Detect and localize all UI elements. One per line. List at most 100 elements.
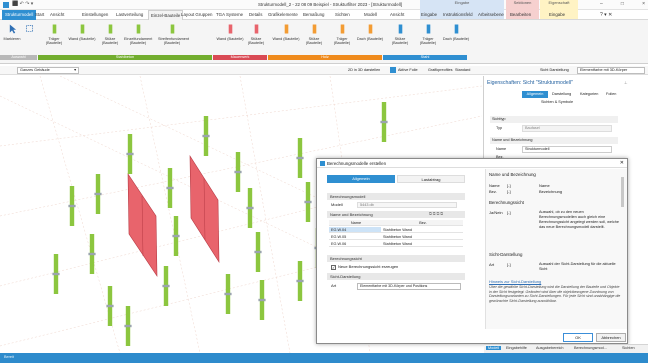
view-select[interactable]: Ganzes Gebäude ▾ xyxy=(17,67,79,74)
standard-dropdown[interactable]: Standard xyxy=(455,68,470,72)
tab-grafikelemente[interactable]: Grafikelemente xyxy=(268,12,298,17)
tab-details[interactable]: Details xyxy=(249,12,262,17)
table-row-name[interactable]: EG.W.06 xyxy=(329,241,381,247)
tab-bemassung[interactable]: Bemaßung xyxy=(303,12,324,17)
group-mauerwerk: Mauerwerk xyxy=(213,55,267,60)
tab-einstellungen[interactable]: Einstellungen xyxy=(82,12,108,17)
minimize-button[interactable]: – xyxy=(600,1,603,7)
properties-title: Eigenschaften: Sicht "Strukturmodell" xyxy=(487,80,573,86)
section-berechnungssicht[interactable]: Berechnungssicht xyxy=(327,255,465,262)
display-mode-select[interactable]: Elementfarbe mit 3D-Körper xyxy=(577,67,645,74)
table-row-bez[interactable]: Stahlbeton Wand xyxy=(381,234,463,240)
markieren-button[interactable]: Markieren xyxy=(2,23,22,51)
ribbon-button[interactable]: Wand (Bauteile) xyxy=(272,23,300,51)
dialog-tab-lastabtrag[interactable]: Lastabtrag xyxy=(397,175,465,183)
cancel-button[interactable]: Abbrechen xyxy=(596,333,626,342)
tab-arbeitsebene[interactable]: Arbeitsebene xyxy=(478,12,504,17)
element-icon xyxy=(80,24,84,34)
ribbon-button[interactable]: Streifenfundament (Bauteile) xyxy=(158,23,189,51)
ribbon-button[interactable]: Träger (Bauteile) xyxy=(40,23,68,51)
dialog-close-icon[interactable]: ✕ xyxy=(620,160,624,166)
ribbon-button[interactable]: Wand (Bauteile) xyxy=(68,23,96,51)
group-stahl: Stahl xyxy=(383,55,467,60)
box-select-button[interactable] xyxy=(22,23,36,51)
prop-tab-allgemein[interactable]: Allgemein xyxy=(522,91,548,98)
active-layer-label[interactable]: Aktive Folie xyxy=(398,68,418,72)
section-sichttyp[interactable]: Sichttyp xyxy=(490,116,618,123)
ribbon-help-icons[interactable]: ? ▾ ✕ xyxy=(600,12,612,18)
ribbon-button[interactable]: Stütze (Bauteile) xyxy=(96,23,124,51)
quick-access-icons[interactable]: ⬛ ↶ ↷ ▾ xyxy=(12,1,33,7)
section-name[interactable]: Name und Bezeichnung xyxy=(490,137,618,144)
prop-value-name[interactable]: Strukturmodell xyxy=(522,146,612,153)
panel-tab-eingabehilfe[interactable]: Eingabehilfe xyxy=(506,346,527,350)
column-node xyxy=(94,192,102,196)
app-logo-icon xyxy=(3,2,9,8)
prop-tab-darstellung[interactable]: Darstellung xyxy=(552,92,571,96)
model-value[interactable]: 5443 db xyxy=(357,202,457,208)
panel-tab-ausgabebereich[interactable]: Ausgabebereich xyxy=(536,346,563,350)
prop-tab-sichten-symbole[interactable]: Sichten & Symbole xyxy=(541,100,573,104)
table-row-bez[interactable]: Stahlbeton Wand xyxy=(381,227,463,233)
ribbon-button[interactable]: Wand (Bauteile) xyxy=(216,23,244,51)
close-button[interactable]: × xyxy=(642,1,645,7)
tab-ansicht-2[interactable]: Ansicht xyxy=(390,12,404,17)
prop-tab-kategorien[interactable]: Kategorien xyxy=(580,92,598,96)
table-row-bez[interactable]: Stahlbeton Wand xyxy=(381,241,463,247)
graphic-profile-dropdown[interactable]: Grafikpreofiles xyxy=(428,68,452,72)
ok-button[interactable]: OK xyxy=(563,333,593,342)
element-icon xyxy=(340,24,344,34)
layer-icon xyxy=(390,67,396,73)
art-label: Art xyxy=(331,283,337,288)
section-name-bezeichnung[interactable]: Name und Bezeichnung xyxy=(327,211,465,218)
tab-ansicht[interactable]: Ansicht xyxy=(50,12,64,17)
element-icon xyxy=(228,24,232,34)
section-sicht-darstellung[interactable]: Sicht-Darstellung xyxy=(327,273,465,280)
column-node xyxy=(380,120,388,124)
ribbon-button[interactable]: Einzelfundament (Bauteile) xyxy=(124,23,152,51)
tab-tga-systeme[interactable]: TGA Systeme xyxy=(216,12,243,17)
tab-start[interactable]: Start xyxy=(35,12,44,17)
tab-sichten[interactable]: Sichten xyxy=(335,12,350,17)
ribbon-button[interactable]: Träger (Bauteile) xyxy=(414,23,442,51)
help-scrollbar[interactable] xyxy=(621,177,624,207)
panel-tab-sichten[interactable]: Sichten xyxy=(622,346,635,350)
tab-eingabe-2[interactable]: Eingabe xyxy=(549,12,565,17)
help-darst-heading: Sicht-Darstellung xyxy=(489,252,523,257)
tab-modell[interactable]: Modell xyxy=(364,12,377,17)
dialog-tab-allgemein[interactable]: Allgemein xyxy=(327,175,395,183)
art-select[interactable]: Elementfarbe mit 3D-Körper und Positions xyxy=(357,283,461,290)
model-label: Modell xyxy=(331,202,343,207)
tab-lastverteilung[interactable]: Lastverteilung xyxy=(116,12,143,17)
column-node xyxy=(296,279,304,283)
tab-strukturmodell[interactable]: Strukturmodell xyxy=(2,10,37,20)
prop-value[interactable]: Baufasel xyxy=(522,125,612,132)
help-text: Auswahl der Sicht-Darstellung für die ak… xyxy=(539,262,616,271)
ribbon-button[interactable]: Dach (Bauteile) xyxy=(442,23,470,51)
panel-tab-modell[interactable]: Modell xyxy=(486,346,502,350)
panel-tab-berechnungsmodelle[interactable]: Berechnungsmod... xyxy=(574,346,607,350)
ribbon-button[interactable]: Stütze (Bauteile) xyxy=(300,23,328,51)
group-holz: Holz xyxy=(268,55,382,60)
pin-icon[interactable]: ⊥ xyxy=(624,80,627,85)
new-view-checkbox[interactable]: ✓ xyxy=(331,265,336,270)
ribbon-button[interactable]: Träger (Bauteile) xyxy=(328,23,356,51)
section-berechnungsmodell[interactable]: Berechnungsmodell xyxy=(327,193,465,200)
2d-in-3d-toggle[interactable]: 2D in 3D darstellen xyxy=(348,68,380,72)
element-icon xyxy=(368,24,372,34)
maximize-button[interactable]: □ xyxy=(621,1,624,7)
tab-layout-gruppen[interactable]: Layout Gruppen xyxy=(181,12,213,17)
prop-tab-folien[interactable]: Folien xyxy=(606,92,616,96)
ribbon-button[interactable]: Stütze (Bauteile) xyxy=(242,23,270,51)
table-toolbar-icons[interactable]: ⧉ ⧉ ⧉ ⧉ xyxy=(429,212,443,216)
tab-bearbeiten[interactable]: Bearbeiten xyxy=(510,12,531,17)
panel-tab-bar: Modell Eingabehilfe Ausgabebereich Berec… xyxy=(484,344,648,353)
table-row-name[interactable]: EG.W.05 xyxy=(329,234,381,240)
tab-eingabe[interactable]: Eingabe xyxy=(421,12,437,17)
tab-einzel-bauteile[interactable]: Einzel-Bauteile xyxy=(148,10,184,20)
ribbon-button[interactable]: Stütze (Bauteile) xyxy=(386,23,414,51)
tab-instruktionsfeld[interactable]: Instruktionsfeld xyxy=(443,12,473,17)
group-stahlbeton: Stahlbeton xyxy=(38,55,212,60)
table-row-name[interactable]: EG.W.04 xyxy=(329,227,381,233)
ribbon-button[interactable]: Dach (Bauteile) xyxy=(356,23,384,51)
